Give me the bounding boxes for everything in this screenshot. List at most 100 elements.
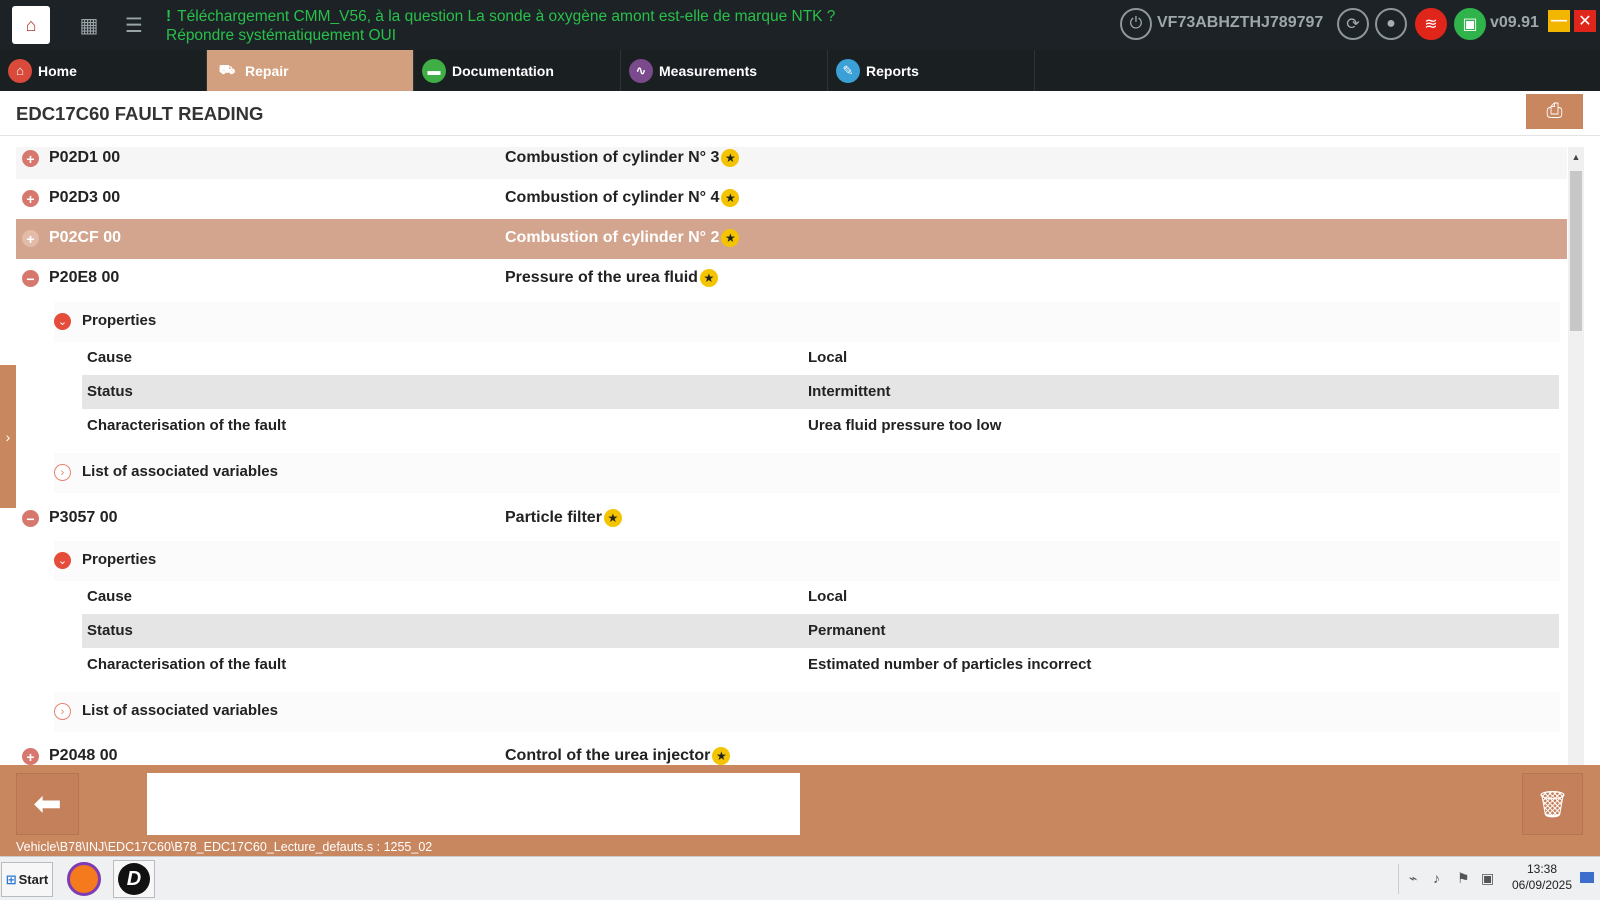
windows-icon: ⊞	[5, 871, 17, 887]
scroll-thumb[interactable]	[1570, 171, 1582, 331]
notification-mark: !	[166, 8, 172, 25]
brand-logo[interactable]: ⌂	[12, 6, 50, 44]
network-icon[interactable]: ⌁	[1409, 870, 1417, 887]
back-button[interactable]: ⬅	[16, 773, 79, 835]
property-key: Characterisation of the fault	[87, 417, 287, 434]
title-bar: EDC17C60 FAULT READING ⎙	[0, 91, 1600, 136]
network-error-icon[interactable]: ▣	[1481, 870, 1494, 887]
sync-icon[interactable]: ⟳	[1337, 8, 1369, 40]
property-key: Cause	[87, 588, 133, 605]
taskbar: ⊞ Start D ⌁ ♪ ⚑ ▣ 13:38 06/09/2025	[0, 856, 1600, 900]
properties-label: Properties	[82, 312, 157, 329]
fault-row[interactable]: + P02D3 00 Combustion of cylinder N° 4 ★	[16, 179, 1567, 219]
wifi-icon[interactable]: ≋	[1415, 8, 1447, 40]
fault-code: P02D1 00	[49, 149, 121, 166]
variables-header[interactable]: › List of associated variables	[54, 692, 1560, 732]
clock-date[interactable]: 06/09/2025	[1508, 878, 1576, 892]
property-row: Characterisation of the fault Estimated …	[82, 648, 1559, 682]
start-label: Start	[18, 872, 49, 887]
notification-text: Téléchargement CMM_V56, à la question La…	[166, 8, 836, 44]
star-icon: ★	[603, 509, 622, 527]
power-icon[interactable]: ⏻	[1120, 8, 1152, 40]
user-icon[interactable]: ●	[1375, 8, 1407, 40]
fault-row-selected[interactable]: + P02CF 00 Combustion of cylinder N° 2 ★	[16, 219, 1567, 259]
firefox-icon[interactable]	[67, 862, 101, 896]
fault-row[interactable]: − P20E8 00 Pressure of the urea fluid ★	[16, 259, 1567, 299]
clock-time[interactable]: 13:38	[1512, 862, 1572, 876]
page-title: EDC17C60 FAULT READING	[16, 103, 264, 124]
collapse-icon[interactable]: −	[22, 270, 39, 287]
fault-code: P02D3 00	[49, 189, 121, 206]
volume-icon[interactable]: ♪	[1433, 870, 1440, 886]
variables-header[interactable]: › List of associated variables	[54, 453, 1560, 493]
property-row: Characterisation of the fault Urea fluid…	[82, 409, 1559, 443]
fault-description: Particle filter ★	[505, 509, 622, 527]
side-panel-toggle[interactable]: ›	[0, 365, 16, 508]
property-row: Cause Local	[82, 580, 1559, 614]
folder-icon: ▬	[422, 58, 446, 83]
top-bar: ⌂ ▦ ☰ ! Téléchargement CMM_V56, à la ques…	[0, 0, 1600, 50]
lock-icon[interactable]: ▣	[1454, 8, 1486, 40]
properties-header[interactable]: ⌄ Properties	[54, 302, 1560, 342]
cart-icon: ⛟	[218, 61, 236, 77]
list-menu-icon[interactable]: ☰	[119, 10, 149, 40]
expand-icon[interactable]: +	[22, 150, 39, 167]
tab-label: Documentation	[452, 62, 554, 79]
collapse-icon[interactable]: −	[22, 510, 39, 527]
apps-grid-icon[interactable]: ▦	[74, 10, 104, 40]
star-icon: ★	[721, 189, 740, 207]
arrow-left-icon: ⬅	[33, 785, 62, 823]
minimize-button[interactable]: —	[1548, 10, 1570, 32]
diagbox-app-button[interactable]: D	[113, 860, 155, 898]
fault-row[interactable]: + P02D1 00 Combustion of cylinder N° 3 ★	[16, 147, 1567, 179]
star-icon: ★	[699, 269, 718, 287]
fault-description: Pressure of the urea fluid ★	[505, 269, 718, 287]
property-value: Urea fluid pressure too low	[808, 417, 1002, 434]
close-button[interactable]: ✕	[1574, 10, 1596, 32]
property-value: Local	[808, 349, 848, 366]
property-row: Status Permanent	[82, 614, 1559, 648]
flag-icon[interactable]: ⚑	[1457, 870, 1470, 887]
print-button[interactable]: ⎙	[1526, 94, 1583, 129]
fault-description: Combustion of cylinder N° 3 ★	[505, 149, 740, 167]
scroll-up-arrow-icon[interactable]: ▲	[1568, 149, 1584, 165]
pulse-icon: ∿	[629, 58, 653, 83]
star-icon: ★	[721, 149, 740, 167]
variables-label: List of associated variables	[82, 463, 278, 480]
home-icon: ⌂	[8, 58, 32, 83]
diagbox-icon: D	[118, 863, 150, 895]
property-key: Status	[87, 383, 133, 400]
printer-icon: ⎙	[1546, 100, 1563, 122]
fault-description: Combustion of cylinder N° 2 ★	[505, 229, 740, 247]
tab-label: Measurements	[659, 62, 758, 79]
properties-label: Properties	[82, 551, 157, 568]
bottom-bar: ⬅ 🗑 Vehicle\B78\INJ\EDC17C60\B78_EDC17C6…	[0, 765, 1600, 856]
property-row: Status Intermittent	[82, 375, 1559, 409]
show-desktop-button[interactable]	[1580, 872, 1594, 883]
trash-icon: 🗑	[1535, 788, 1569, 819]
start-button[interactable]: ⊞ Start	[1, 862, 53, 897]
tab-measurements[interactable]: ∿ Measurements	[621, 50, 828, 91]
delete-button[interactable]: 🗑	[1522, 773, 1583, 835]
chevron-right-icon: ›	[5, 428, 11, 445]
property-key: Characterisation of the fault	[87, 656, 287, 673]
star-icon: ★	[721, 229, 740, 247]
fault-row[interactable]: − P3057 00 Particle filter ★	[16, 499, 1567, 539]
properties-header[interactable]: ⌄ Properties	[54, 541, 1560, 581]
tab-documentation[interactable]: ▬ Documentation	[414, 50, 621, 91]
expand-icon[interactable]: +	[22, 190, 39, 207]
tab-home[interactable]: ⌂ Home	[0, 50, 207, 91]
fault-row[interactable]: + P2048 00 Control of the urea injector ★	[16, 737, 1567, 765]
property-value: Local	[808, 588, 848, 605]
tab-label: Reports	[866, 62, 919, 79]
chevron-right-icon: ›	[54, 464, 71, 481]
tab-reports[interactable]: ✎ Reports	[828, 50, 1035, 91]
expand-icon[interactable]: +	[22, 230, 39, 247]
tab-repair[interactable]: ⛟ Repair	[207, 50, 414, 91]
scrollbar[interactable]: ▲	[1568, 147, 1584, 765]
fault-code: P2048 00	[49, 747, 118, 764]
expand-icon[interactable]: +	[22, 748, 39, 765]
tab-label: Home	[38, 62, 77, 79]
variables-label: List of associated variables	[82, 702, 278, 719]
fault-list[interactable]: + P02D1 00 Combustion of cylinder N° 3 ★ …	[16, 147, 1567, 765]
